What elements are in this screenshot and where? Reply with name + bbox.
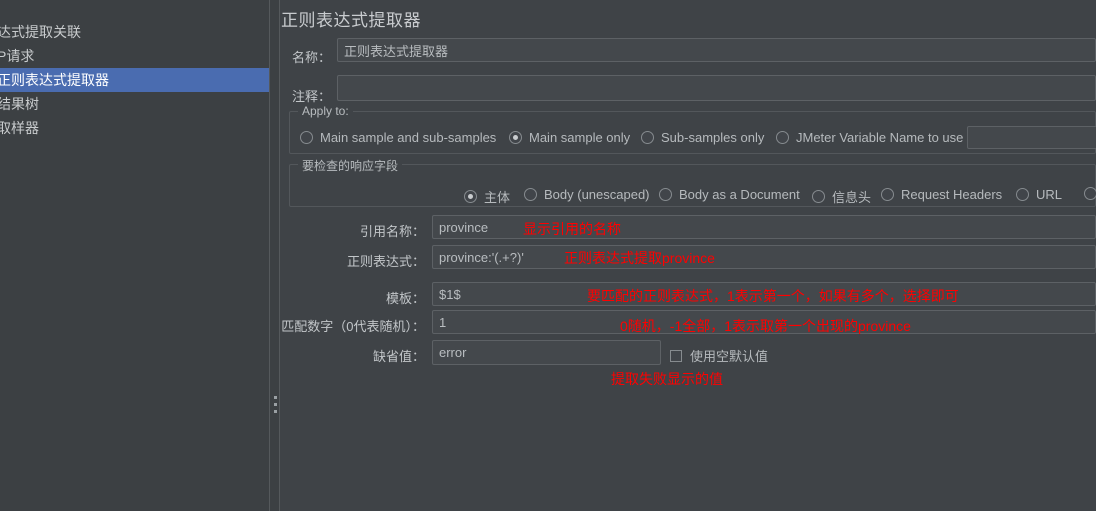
radio-dot-icon xyxy=(641,131,654,144)
radio-response-code[interactable] xyxy=(1084,187,1096,200)
regex-extractor-panel: 正则表达式提取器 名称： 注释： Apply to: Main sample a… xyxy=(281,0,1096,511)
sidebar-item-label: 取样器 xyxy=(0,120,39,136)
annotation-default-value: 提取失败显示的值 xyxy=(611,371,723,387)
radio-url[interactable]: URL xyxy=(1016,187,1062,202)
sidebar-tree: 达式提取关联 P请求 正则表达式提取器 结果树 取样器 xyxy=(0,0,269,511)
radio-dot-icon xyxy=(509,131,522,144)
checkbox-box-icon xyxy=(670,349,682,362)
sidebar-item-2-selected[interactable]: 正则表达式提取器 xyxy=(0,68,269,92)
radio-dot-icon xyxy=(1084,187,1096,200)
page-title: 正则表达式提取器 xyxy=(281,11,421,30)
default-value-label: 缺省值： xyxy=(372,349,425,364)
annotation-match-number: 0随机，-1全部，1表示取第一个出现的province xyxy=(620,318,911,334)
name-input[interactable] xyxy=(337,38,1096,62)
sidebar-item-label: 正则表达式提取器 xyxy=(0,72,109,88)
comment-label: 注释： xyxy=(291,89,331,104)
jmeter-variable-name-input[interactable] xyxy=(967,126,1096,149)
radio-label: Body (unescaped) xyxy=(544,187,650,202)
comment-input[interactable] xyxy=(337,75,1096,101)
radio-dot-icon xyxy=(659,188,672,201)
radio-label: Main sample and sub-samples xyxy=(320,130,497,145)
sidebar-item-label: 达式提取关联 xyxy=(0,24,81,40)
radio-label: 主体 xyxy=(484,190,511,205)
splitter-grip-icon[interactable] xyxy=(274,396,277,413)
radio-headers[interactable]: 信息头 xyxy=(812,187,871,206)
app-window: 达式提取关联 P请求 正则表达式提取器 结果树 取样器 正则表达式提取器 名称：… xyxy=(0,0,1096,511)
apply-to-legend: Apply to: xyxy=(298,104,353,118)
sidebar-item-0[interactable]: 达式提取关联 xyxy=(0,20,269,44)
sidebar-item-label: 结果树 xyxy=(0,96,39,112)
use-empty-default-checkbox[interactable]: 使用空默认值 xyxy=(670,346,768,365)
checkbox-label: 使用空默认值 xyxy=(690,349,769,364)
sidebar-item-4[interactable]: 取样器 xyxy=(0,116,269,140)
radio-label: Body as a Document xyxy=(679,187,800,202)
reference-name-label: 引用名称： xyxy=(359,224,425,239)
radio-dot-icon xyxy=(524,188,537,201)
radio-label: Main sample only xyxy=(529,130,631,145)
radio-dot-icon xyxy=(776,131,789,144)
radio-dot-icon xyxy=(812,190,825,203)
radio-dot-icon xyxy=(300,131,313,144)
field-to-check-legend: 要检查的响应字段 xyxy=(298,157,403,174)
radio-main-sample-and-sub-samples[interactable]: Main sample and sub-samples xyxy=(300,130,496,145)
radio-dot-icon xyxy=(881,188,894,201)
radio-request-headers[interactable]: Request Headers xyxy=(881,187,1002,202)
template-label: 模板： xyxy=(385,291,425,306)
radio-label: Sub-samples only xyxy=(661,130,765,145)
radio-dot-icon xyxy=(464,190,477,203)
radio-sub-samples-only[interactable]: Sub-samples only xyxy=(641,130,764,145)
radio-label: URL xyxy=(1036,187,1063,202)
panel-splitter[interactable] xyxy=(269,0,280,511)
radio-body-as-a-document[interactable]: Body as a Document xyxy=(659,187,800,202)
regex-input[interactable] xyxy=(432,245,1096,269)
sidebar-item-label: P请求 xyxy=(0,48,35,64)
name-label: 名称： xyxy=(291,50,331,65)
radio-main-sample-only[interactable]: Main sample only xyxy=(509,130,630,145)
radio-dot-icon xyxy=(1016,188,1029,201)
radio-label: 信息头 xyxy=(832,190,872,205)
regex-label: 正则表达式： xyxy=(346,254,425,269)
sidebar-item-1[interactable]: P请求 xyxy=(0,44,269,68)
match-number-label: 匹配数字（0代表随机）： xyxy=(281,319,425,334)
radio-jmeter-variable-name[interactable]: JMeter Variable Name to use xyxy=(776,130,963,145)
annotation-regex: 正则表达式提取province xyxy=(564,250,715,266)
radio-label: JMeter Variable Name to use xyxy=(796,130,964,145)
annotation-reference-name: 显示引用的名称 xyxy=(523,221,621,237)
radio-body[interactable]: 主体 xyxy=(464,187,510,206)
radio-label: Request Headers xyxy=(901,187,1003,202)
radio-body-unescaped[interactable]: Body (unescaped) xyxy=(524,187,650,202)
annotation-template: 要匹配的正则表达式，1表示第一个，如果有多个，选择即可 xyxy=(587,288,959,304)
default-value-input[interactable] xyxy=(432,340,661,365)
sidebar-item-3[interactable]: 结果树 xyxy=(0,92,269,116)
